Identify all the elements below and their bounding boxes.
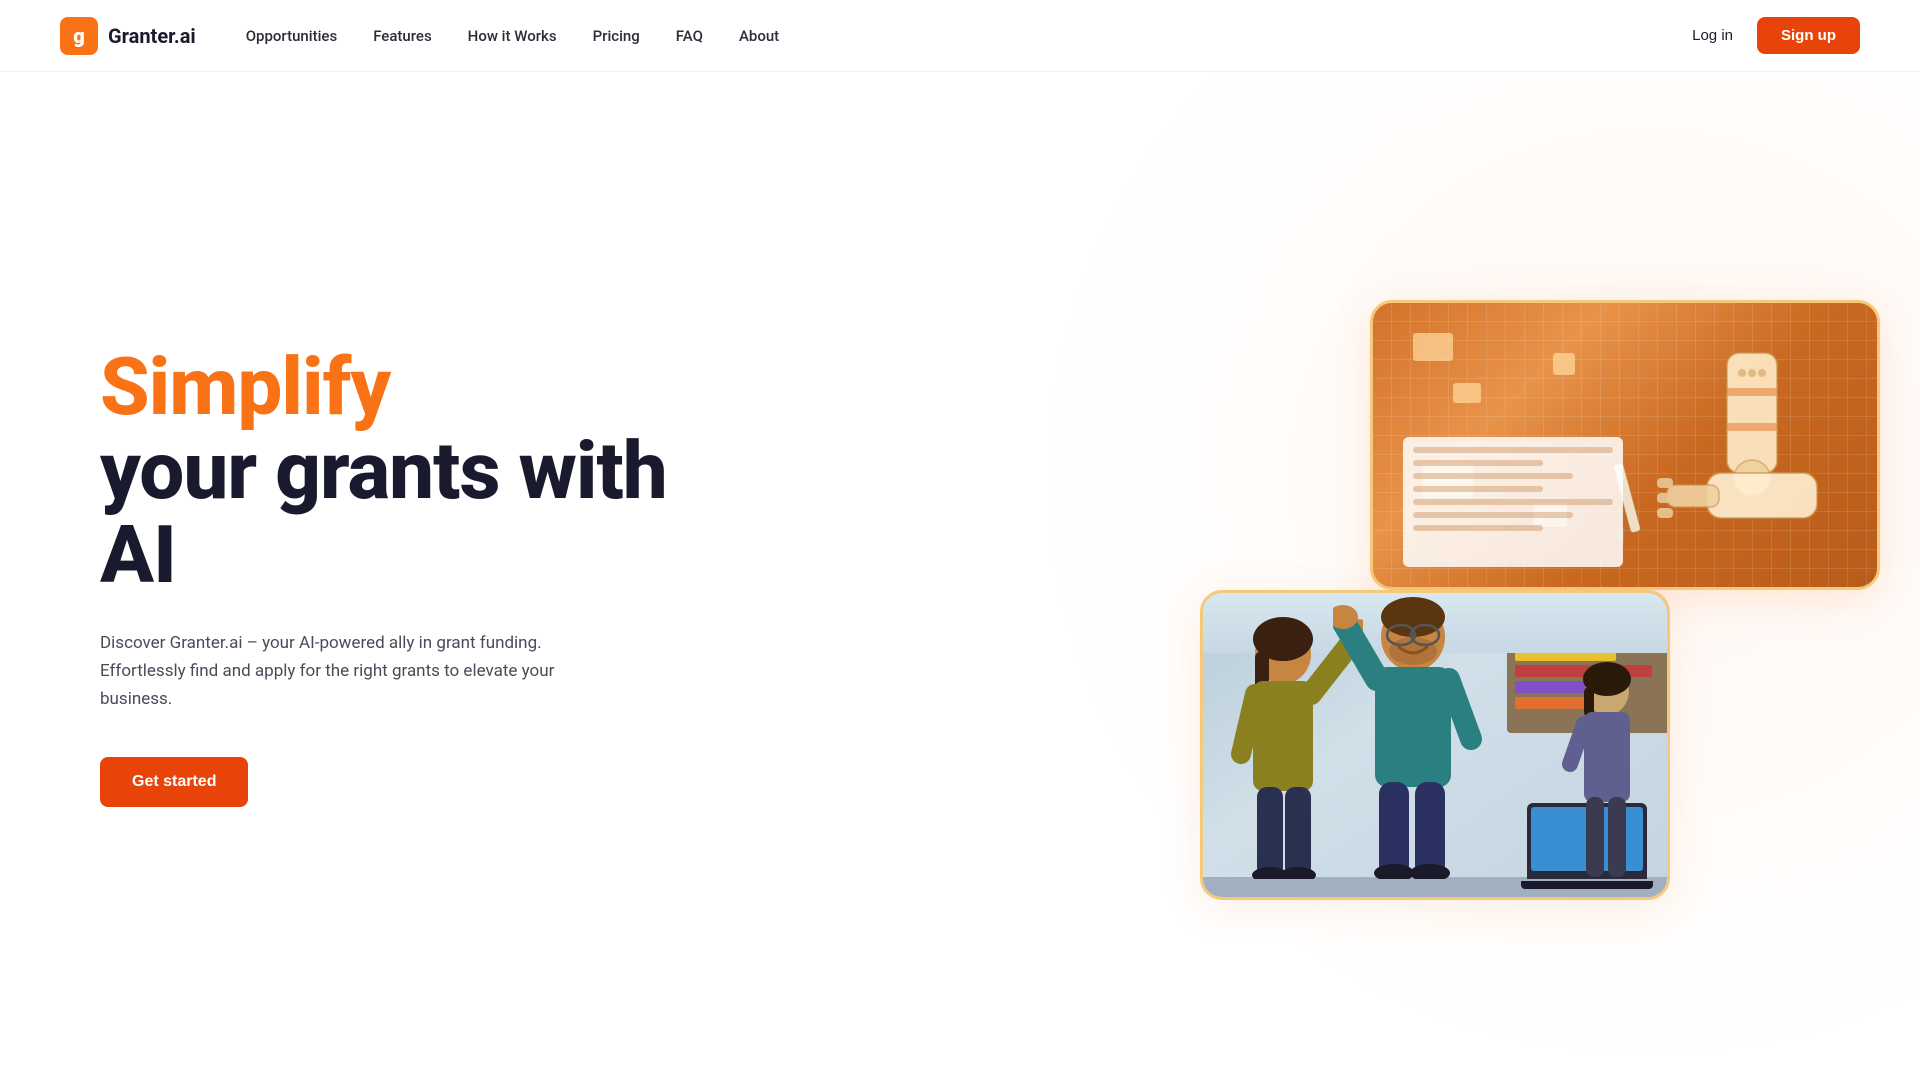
hero-title-main: your grants with AI [100,429,720,597]
person-man [1333,593,1493,879]
logo-area[interactable]: g Granter.ai [60,17,196,55]
logo-icon: g [60,17,98,55]
hero-image-people [1200,590,1670,900]
paper-document [1403,437,1623,567]
nav-pricing[interactable]: Pricing [593,27,640,45]
person-background [1562,649,1652,879]
hero-description: Discover Granter.ai – your AI-powered al… [100,629,620,713]
nav-about[interactable]: About [739,27,779,45]
nav-features[interactable]: Features [373,27,431,45]
chip-2 [1453,383,1481,403]
nav-faq[interactable]: FAQ [676,27,703,45]
hero-left: Simplify your grants with AI Discover Gr… [100,345,720,807]
nav-opportunities[interactable]: Opportunities [246,27,337,45]
hero-images [1200,300,1880,900]
get-started-button[interactable]: Get started [100,757,248,807]
navbar: g Granter.ai Opportunities Features How … [0,0,1920,72]
nav-right: Log in Sign up [1692,17,1860,54]
hero-image-ai [1370,300,1880,590]
hero-title-highlight: Simplify [100,345,720,429]
laptop-base [1521,881,1653,889]
hero-section: Simplify your grants with AI Discover Gr… [0,72,1920,1080]
chip-1 [1413,333,1453,361]
people-visual [1203,593,1667,897]
login-button[interactable]: Log in [1692,27,1733,44]
signup-button[interactable]: Sign up [1757,17,1860,54]
brand-name: Granter.ai [108,24,196,48]
nav-links: Opportunities Features How it Works Pric… [246,27,1692,45]
ai-visual [1373,303,1877,587]
nav-how-it-works[interactable]: How it Works [468,27,557,45]
